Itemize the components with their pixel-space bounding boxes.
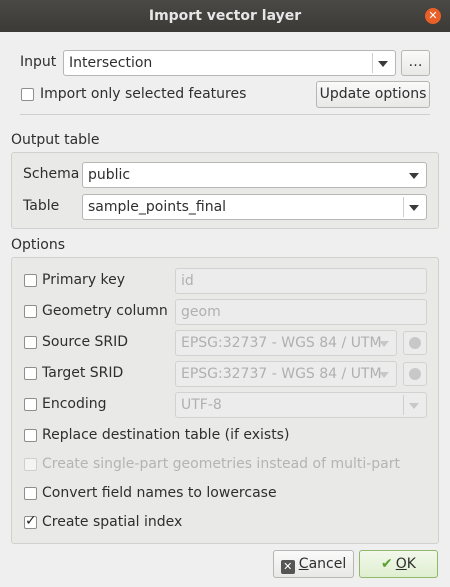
target-crs-selector-button[interactable] <box>403 362 427 386</box>
checkmark-icon: ✓ <box>25 513 37 529</box>
source-srid-checkbox[interactable] <box>24 336 37 349</box>
lowercase-checkbox[interactable] <box>24 487 37 500</box>
source-srid-label: Source SRID <box>42 334 129 350</box>
primary-key-value: id <box>181 273 194 289</box>
single-part-checkbox[interactable] <box>24 458 37 471</box>
chevron-down-icon <box>379 372 389 378</box>
schema-value: public <box>88 167 131 183</box>
ok-mnemonic: O <box>395 556 407 572</box>
import-selected-checkbox[interactable] <box>21 88 34 101</box>
geometry-column-checkbox[interactable] <box>24 305 37 318</box>
target-srid-checkbox[interactable] <box>24 367 37 380</box>
close-icon[interactable]: ✕ <box>425 8 441 24</box>
encoding-checkbox[interactable] <box>24 398 37 411</box>
cancel-button[interactable]: ✕ Cancel <box>273 550 354 578</box>
ok-button[interactable]: ✔ OK <box>359 550 438 578</box>
geometry-column-value: geom <box>181 304 221 320</box>
chevron-down-icon <box>379 341 389 347</box>
replace-table-label: Replace destination table (if exists) <box>42 427 290 443</box>
ok-label-rest: K <box>406 556 416 572</box>
source-srid-value: EPSG:32737 - WGS 84 / UTM <box>181 335 382 351</box>
browse-input-button[interactable]: … <box>401 50 430 76</box>
table-name-value: sample_points_final <box>88 199 227 215</box>
input-layer-value: Intersection <box>69 55 153 71</box>
output-table-heading: Output table <box>11 132 100 148</box>
window-title: Import vector layer <box>148 8 302 24</box>
cancel-mnemonic: C <box>298 556 309 572</box>
source-srid-select[interactable]: EPSG:32737 - WGS 84 / UTM <box>175 330 397 356</box>
geometry-column-label: Geometry column <box>42 303 168 319</box>
update-options-button[interactable]: Update options <box>316 81 430 108</box>
geometry-column-field[interactable]: geom <box>175 299 427 325</box>
title-bar: Import vector layer ✕ <box>0 0 450 32</box>
globe-icon <box>409 337 421 349</box>
import-selected-label: Import only selected features <box>40 86 247 102</box>
primary-key-field[interactable]: id <box>175 268 427 294</box>
spatial-index-label: Create spatial index <box>42 514 183 530</box>
options-heading: Options <box>11 237 66 253</box>
target-srid-select[interactable]: EPSG:32737 - WGS 84 / UTM <box>175 361 397 387</box>
ok-check-icon: ✔ <box>381 556 393 572</box>
divider <box>20 114 430 115</box>
chevron-down-icon <box>409 173 419 179</box>
spatial-index-checkbox[interactable]: ✓ <box>24 513 37 529</box>
input-layer-select[interactable]: Intersection <box>63 50 396 76</box>
import-vector-layer-dialog: Import vector layer ✕ Input Intersection… <box>0 0 450 587</box>
chevron-down-icon <box>409 205 419 211</box>
cancel-label-rest: ancel <box>308 556 347 572</box>
chevron-down-icon <box>409 403 419 409</box>
table-label: Table <box>23 198 60 214</box>
replace-table-checkbox[interactable] <box>24 429 37 442</box>
encoding-select[interactable]: UTF-8 <box>175 392 427 418</box>
primary-key-checkbox[interactable] <box>24 274 37 287</box>
input-label: Input <box>20 54 57 70</box>
single-part-label: Create single-part geometries instead of… <box>42 456 400 472</box>
table-name-input[interactable]: sample_points_final <box>82 194 427 220</box>
encoding-label: Encoding <box>42 396 107 412</box>
globe-icon <box>409 368 421 380</box>
target-srid-value: EPSG:32737 - WGS 84 / UTM <box>181 366 382 382</box>
chevron-down-icon <box>378 61 388 67</box>
source-crs-selector-button[interactable] <box>403 331 427 355</box>
lowercase-label: Convert field names to lowercase <box>42 485 277 501</box>
encoding-value: UTF-8 <box>181 397 222 413</box>
cancel-icon: ✕ <box>280 560 295 574</box>
primary-key-label: Primary key <box>42 272 126 288</box>
target-srid-label: Target SRID <box>42 365 124 381</box>
schema-label: Schema <box>23 166 80 182</box>
schema-select[interactable]: public <box>82 162 427 188</box>
